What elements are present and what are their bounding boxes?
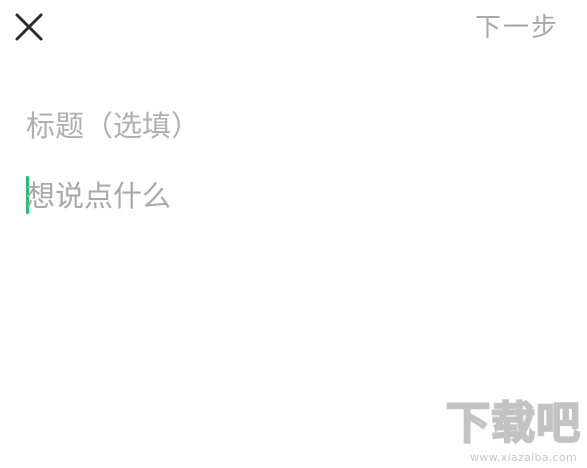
watermark-logo: 下载吧 www.xiazaiba.com [431, 398, 581, 465]
watermark-logo-text: 下载吧 [445, 398, 581, 449]
body-field[interactable] [24, 176, 564, 216]
close-button[interactable] [12, 10, 46, 44]
body-input[interactable] [26, 176, 546, 216]
title-input[interactable] [24, 104, 546, 148]
next-step-button[interactable]: 下一步 [475, 12, 559, 44]
close-icon [15, 13, 43, 41]
watermark-url: www.xiazaiba.com [470, 451, 577, 464]
